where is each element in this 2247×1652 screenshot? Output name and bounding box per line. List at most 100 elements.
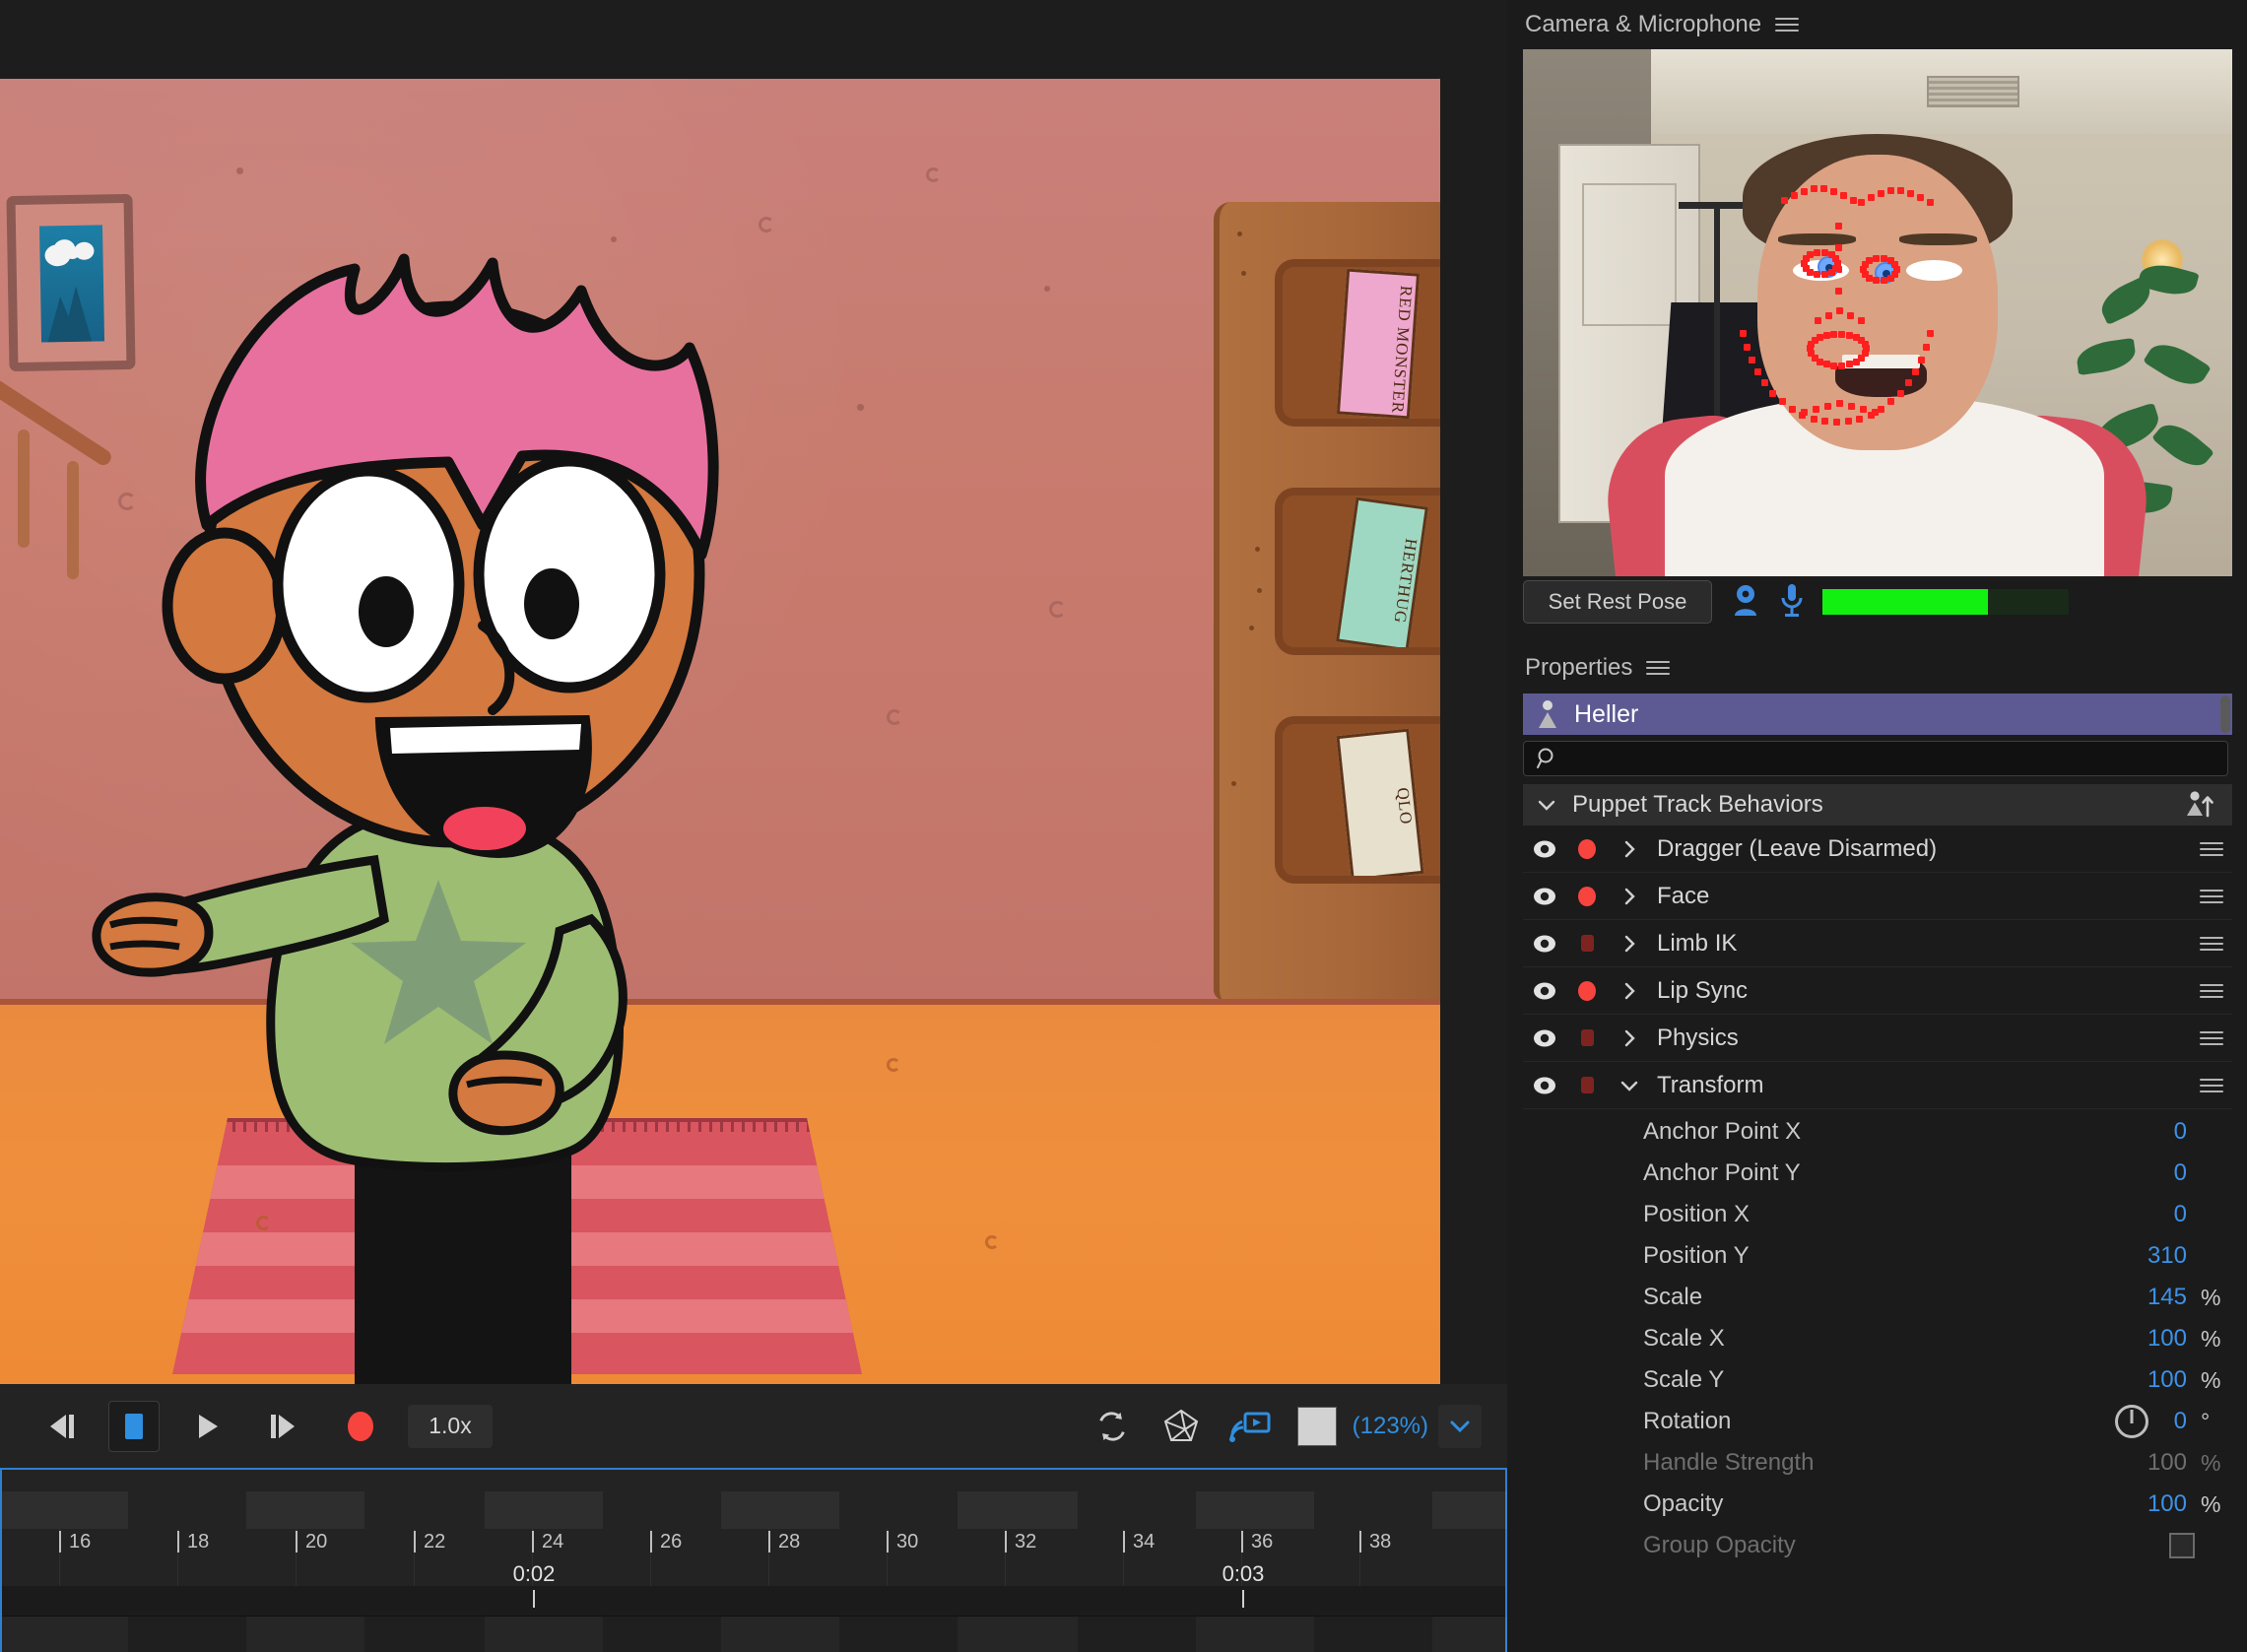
hamburger-menu-icon[interactable] bbox=[2200, 983, 2223, 998]
refresh-button[interactable] bbox=[1087, 1401, 1138, 1452]
properties-search[interactable] bbox=[1523, 741, 2228, 776]
property-value[interactable]: 100 bbox=[2148, 1449, 2195, 1477]
scene-stage[interactable]: RED MONSTER HERTHUG QLO bbox=[0, 79, 1440, 1384]
behavior-row[interactable]: Physics bbox=[1523, 1015, 2232, 1062]
record-icon bbox=[348, 1411, 373, 1441]
behavior-arm-toggle[interactable] bbox=[1566, 1077, 1608, 1093]
timeline-second-label: 0:03 bbox=[1222, 1561, 1265, 1586]
timeline-ruler[interactable]: 16 18 20 22 24 26 28 30 32 34 36 38 0:02 0:03 bbox=[2, 1470, 1507, 1608]
property-value[interactable]: 100 bbox=[2148, 1490, 2195, 1518]
behavior-visibility-toggle[interactable] bbox=[1523, 887, 1566, 906]
behavior-row[interactable]: Limb IK bbox=[1523, 920, 2232, 967]
background-color-swatch[interactable] bbox=[1296, 1406, 1337, 1446]
puppet-track-behaviors-header[interactable]: Puppet Track Behaviors bbox=[1523, 784, 2232, 826]
property-value[interactable]: 100 bbox=[2148, 1366, 2195, 1394]
property-unit: % bbox=[2201, 1490, 2221, 1517]
hamburger-menu-icon[interactable] bbox=[2200, 889, 2223, 903]
timeline-tracks-area[interactable] bbox=[2, 1616, 1505, 1652]
behavior-menu-button[interactable] bbox=[2191, 889, 2232, 903]
property-value[interactable]: 0 bbox=[2174, 1118, 2195, 1146]
playback-speed-button[interactable]: 1.0x bbox=[408, 1404, 493, 1448]
step-forward-button[interactable] bbox=[258, 1401, 309, 1452]
property-value[interactable]: 100 bbox=[2148, 1325, 2195, 1353]
property-label: Handle Strength bbox=[1643, 1449, 1815, 1476]
behavior-row[interactable]: Dragger (Leave Disarmed) bbox=[1523, 826, 2232, 873]
property-value[interactable]: 145 bbox=[2148, 1284, 2195, 1311]
hamburger-menu-icon[interactable] bbox=[2200, 841, 2223, 856]
property-unit: % bbox=[2201, 1449, 2221, 1476]
play-button[interactable] bbox=[181, 1401, 232, 1452]
behavior-menu-button[interactable] bbox=[2191, 936, 2232, 951]
property-checkbox[interactable] bbox=[2169, 1533, 2195, 1558]
hamburger-menu-icon[interactable] bbox=[1775, 18, 1800, 32]
zoom-dropdown-button[interactable] bbox=[1438, 1404, 1482, 1448]
property-row[interactable]: Handle Strength 100% bbox=[1523, 1442, 2232, 1484]
behavior-expand-toggle[interactable] bbox=[1608, 839, 1651, 859]
behavior-arm-toggle[interactable] bbox=[1566, 935, 1608, 952]
property-row[interactable]: Position Y 310 bbox=[1523, 1235, 2232, 1277]
zoom-level-label[interactable]: (123%) bbox=[1353, 1413, 1428, 1440]
properties-panel-header: Properties bbox=[1507, 642, 2247, 694]
behavior-expand-toggle[interactable] bbox=[1608, 887, 1651, 906]
property-row[interactable]: Rotation 0 ° bbox=[1523, 1401, 2232, 1442]
behavior-visibility-toggle[interactable] bbox=[1523, 839, 1566, 859]
webcam-toggle-button[interactable] bbox=[1730, 583, 1761, 622]
behavior-visibility-toggle[interactable] bbox=[1523, 981, 1566, 1001]
property-row[interactable]: Opacity 100% bbox=[1523, 1484, 2232, 1525]
stop-button[interactable] bbox=[108, 1400, 160, 1452]
selected-puppet-row[interactable]: Heller bbox=[1523, 694, 2232, 735]
behavior-menu-button[interactable] bbox=[2191, 983, 2232, 998]
property-row[interactable]: Position X 0 bbox=[1523, 1194, 2232, 1235]
hamburger-menu-icon[interactable] bbox=[2200, 1030, 2223, 1045]
step-backward-button[interactable] bbox=[35, 1401, 87, 1452]
puppet-character[interactable] bbox=[59, 230, 827, 1384]
camera-panel-header: Camera & Microphone bbox=[1507, 0, 2247, 49]
mesh-button[interactable] bbox=[1156, 1401, 1207, 1452]
behavior-arm-toggle[interactable] bbox=[1566, 1029, 1608, 1046]
timeline-panel[interactable]: 16 18 20 22 24 26 28 30 32 34 36 38 0:02 0:03 bbox=[0, 1468, 1507, 1652]
hamburger-menu-icon[interactable] bbox=[2200, 936, 2223, 951]
behavior-menu-button[interactable] bbox=[2191, 841, 2232, 856]
behavior-expand-toggle[interactable] bbox=[1608, 1028, 1651, 1048]
hamburger-menu-icon[interactable] bbox=[1646, 661, 1671, 675]
property-row[interactable]: Scale 145% bbox=[1523, 1277, 2232, 1318]
behavior-menu-button[interactable] bbox=[2191, 1078, 2232, 1092]
property-row[interactable]: Scale Y 100% bbox=[1523, 1359, 2232, 1401]
property-value[interactable]: 0 bbox=[2174, 1159, 2195, 1187]
property-value[interactable]: 0 bbox=[2174, 1408, 2195, 1435]
face-tracking-dot bbox=[1801, 187, 1808, 195]
properties-scrollbar[interactable] bbox=[2220, 695, 2230, 733]
property-row[interactable]: Group Opacity bbox=[1523, 1525, 2232, 1566]
hamburger-menu-icon[interactable] bbox=[2200, 1078, 2223, 1092]
property-row[interactable]: Anchor Point Y 0 bbox=[1523, 1153, 2232, 1194]
set-rest-pose-button[interactable]: Set Rest Pose bbox=[1523, 580, 1712, 624]
behavior-expand-toggle[interactable] bbox=[1608, 934, 1651, 954]
face-tracking-dot bbox=[1872, 409, 1879, 416]
behavior-visibility-toggle[interactable] bbox=[1523, 1028, 1566, 1048]
behavior-row[interactable]: Lip Sync bbox=[1523, 967, 2232, 1015]
behavior-expand-toggle[interactable] bbox=[1608, 981, 1651, 1001]
behavior-arm-toggle[interactable] bbox=[1566, 886, 1608, 906]
property-value[interactable]: 310 bbox=[2148, 1242, 2195, 1270]
shelf-cell: HERTHUG bbox=[1275, 488, 1440, 655]
behavior-visibility-toggle[interactable] bbox=[1523, 934, 1566, 954]
property-unit: % bbox=[2201, 1325, 2221, 1352]
timeline-tick: 18 bbox=[177, 1531, 209, 1553]
behavior-visibility-toggle[interactable] bbox=[1523, 1076, 1566, 1095]
property-value[interactable]: 0 bbox=[2174, 1201, 2195, 1228]
property-row[interactable]: Scale X 100% bbox=[1523, 1318, 2232, 1359]
behavior-arm-toggle[interactable] bbox=[1566, 980, 1608, 1001]
face-tracking-dot bbox=[1897, 187, 1904, 195]
property-row[interactable]: Anchor Point X 0 bbox=[1523, 1111, 2232, 1153]
camera-preview[interactable] bbox=[1523, 49, 2232, 576]
behavior-arm-toggle[interactable] bbox=[1566, 838, 1608, 859]
behavior-row[interactable]: Face bbox=[1523, 873, 2232, 920]
rotation-dial[interactable] bbox=[2114, 1405, 2148, 1438]
behavior-expand-toggle[interactable] bbox=[1608, 1079, 1651, 1092]
stream-to-button[interactable] bbox=[1224, 1401, 1276, 1452]
record-button[interactable] bbox=[335, 1401, 386, 1452]
behavior-menu-button[interactable] bbox=[2191, 1030, 2232, 1045]
search-input[interactable] bbox=[1567, 747, 2227, 770]
behavior-row[interactable]: Transform bbox=[1523, 1062, 2232, 1109]
microphone-toggle-button[interactable] bbox=[1779, 583, 1805, 622]
